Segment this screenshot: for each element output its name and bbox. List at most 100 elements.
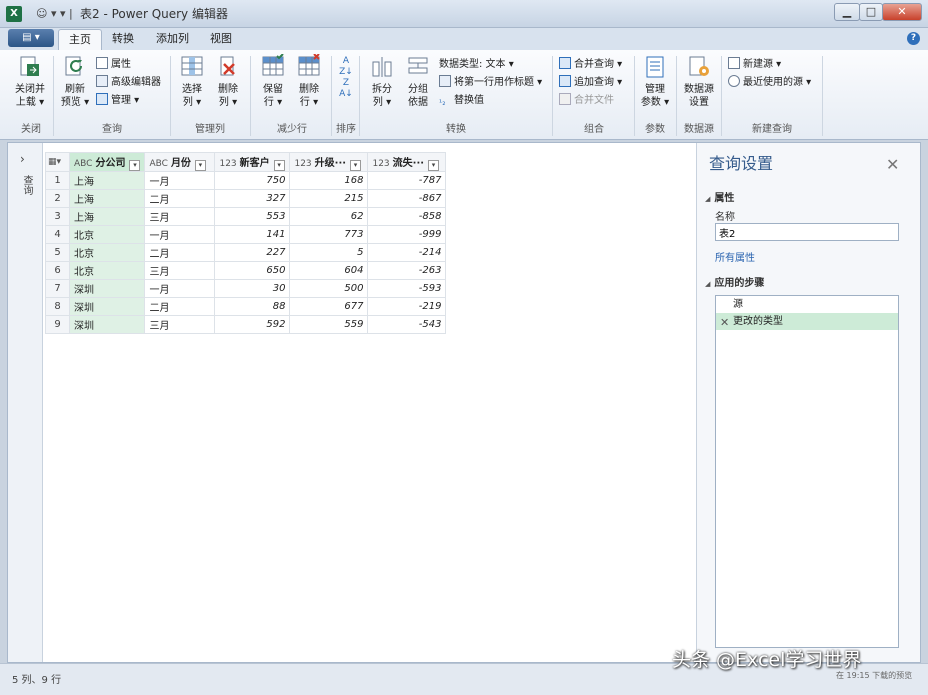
split-column-button[interactable]: 拆分 列 ▾ xyxy=(366,54,398,109)
table-cell[interactable]: -867 xyxy=(367,189,447,208)
row-number[interactable]: 3 xyxy=(45,207,70,226)
table-cell[interactable]: -543 xyxy=(367,315,447,334)
table-cell[interactable]: 500 xyxy=(289,279,369,298)
text-type-icon[interactable]: ABC xyxy=(149,159,167,169)
chevron-right-icon[interactable]: › xyxy=(20,152,25,166)
filter-dropdown-icon[interactable]: ▾ xyxy=(194,159,206,171)
table-cell[interactable]: 650 xyxy=(214,261,291,280)
row-number[interactable]: 9 xyxy=(45,315,70,334)
all-properties-link[interactable]: 所有属性 xyxy=(715,249,755,264)
row-number[interactable]: 8 xyxy=(45,297,70,316)
table-cell[interactable]: 三月 xyxy=(144,261,216,280)
row-number[interactable]: 7 xyxy=(45,279,70,298)
recent-sources-button[interactable]: 最近使用的源 ▾ xyxy=(728,75,811,91)
query-name-input[interactable] xyxy=(715,223,899,241)
table-row[interactable]: 2 上海 二月 327 215 -867 xyxy=(45,189,447,208)
step-item[interactable]: 更改的类型 xyxy=(716,313,898,330)
row-number[interactable]: 5 xyxy=(45,243,70,262)
remove-rows-button[interactable]: 删除 行 ▾ xyxy=(292,54,326,109)
table-cell[interactable]: -263 xyxy=(367,261,447,280)
table-cell[interactable]: 三月 xyxy=(144,207,216,226)
table-cell[interactable]: -214 xyxy=(367,243,447,262)
advanced-editor-button[interactable]: 高级编辑器 xyxy=(96,75,161,91)
table-cell[interactable]: 北京 xyxy=(68,261,146,280)
filter-dropdown-icon[interactable]: ▾ xyxy=(350,159,362,171)
row-number[interactable]: 2 xyxy=(45,189,70,208)
table-cell[interactable]: 141 xyxy=(214,225,291,244)
table-cell[interactable]: 一月 xyxy=(144,171,216,190)
table-cell[interactable]: 深圳 xyxy=(68,279,146,298)
file-menu-button[interactable]: ▤ ▾ xyxy=(8,29,54,47)
table-cell[interactable]: 327 xyxy=(214,189,291,208)
delete-step-icon[interactable]: ✕ xyxy=(720,314,729,331)
table-cell[interactable]: -999 xyxy=(367,225,447,244)
queries-pane[interactable] xyxy=(8,143,43,662)
table-cell[interactable]: 5 xyxy=(289,243,369,262)
close-icon[interactable]: ✕ xyxy=(886,157,899,173)
table-cell[interactable]: 二月 xyxy=(144,243,216,262)
column-header[interactable]: ABC 月份 ▾ xyxy=(144,152,216,172)
row-number[interactable]: 1 xyxy=(45,171,70,190)
number-type-icon[interactable]: 123 xyxy=(372,159,389,169)
tab-view[interactable]: 视图 xyxy=(200,29,242,50)
table-row[interactable]: 9 深圳 三月 592 559 -543 xyxy=(45,315,447,334)
table-cell[interactable]: 677 xyxy=(289,297,369,316)
row-number[interactable]: 4 xyxy=(45,225,70,244)
close-and-load-button[interactable]: 关闭并 上载 ▾ xyxy=(10,54,50,109)
table-cell[interactable]: 深圳 xyxy=(68,297,146,316)
table-cell[interactable]: 二月 xyxy=(144,297,216,316)
column-header[interactable]: ABC 分公司 ▾ xyxy=(68,152,146,172)
maximize-button[interactable]: □ xyxy=(859,3,883,21)
table-cell[interactable]: 上海 xyxy=(68,189,146,208)
table-row[interactable]: 1 上海 一月 750 168 -787 xyxy=(45,171,447,190)
table-row[interactable]: 5 北京 二月 227 5 -214 xyxy=(45,243,447,262)
table-cell[interactable]: 一月 xyxy=(144,225,216,244)
table-cell[interactable]: -219 xyxy=(367,297,447,316)
table-cell[interactable]: -858 xyxy=(367,207,447,226)
table-cell[interactable]: 30 xyxy=(214,279,291,298)
table-cell[interactable]: 227 xyxy=(214,243,291,262)
column-header[interactable]: 123 流失··· ▾ xyxy=(367,152,447,172)
table-cell[interactable]: 深圳 xyxy=(68,315,146,334)
table-cell[interactable]: 750 xyxy=(214,171,291,190)
table-cell[interactable]: 592 xyxy=(214,315,291,334)
tab-add-column[interactable]: 添加列 xyxy=(146,29,199,50)
help-icon[interactable]: ? xyxy=(907,32,920,45)
table-row[interactable]: 4 北京 一月 141 773 -999 xyxy=(45,225,447,244)
number-type-icon[interactable]: 123 xyxy=(294,159,311,169)
table-cell[interactable]: 北京 xyxy=(68,225,146,244)
table-cell[interactable]: 二月 xyxy=(144,189,216,208)
refresh-preview-button[interactable]: 刷新 预览 ▾ xyxy=(58,54,92,109)
replace-values-button[interactable]: ¹₂ 替换值 xyxy=(439,93,484,109)
row-number[interactable]: 6 xyxy=(45,261,70,280)
sort-descending-icon[interactable]: Z A↓ xyxy=(339,78,353,100)
data-type-dropdown[interactable]: 数据类型: 文本 ▾ xyxy=(439,57,514,73)
sort-ascending-icon[interactable]: A Z↓ xyxy=(339,56,353,78)
combine-files-button[interactable]: 合并文件 xyxy=(559,93,614,109)
column-header[interactable]: 123 升级··· ▾ xyxy=(289,152,369,172)
use-first-row-button[interactable]: 将第一行用作标题 ▾ xyxy=(439,75,542,91)
text-type-icon[interactable]: ABC xyxy=(74,159,92,169)
remove-columns-button[interactable]: 删除 列 ▾ xyxy=(212,54,244,109)
manage-button[interactable]: 管理 ▾ xyxy=(96,93,139,109)
table-cell[interactable]: 553 xyxy=(214,207,291,226)
filter-dropdown-icon[interactable]: ▾ xyxy=(129,159,141,171)
table-row[interactable]: 3 上海 三月 553 62 -858 xyxy=(45,207,447,226)
choose-columns-button[interactable]: 选择 列 ▾ xyxy=(176,54,208,109)
quick-access-toolbar[interactable]: ☺ ▾ ▾ | xyxy=(36,7,73,21)
properties-section-header[interactable]: ◢ 属性 xyxy=(705,192,734,206)
column-header[interactable]: 123 新客户 ▾ xyxy=(214,152,291,172)
tab-home[interactable]: 主页 xyxy=(58,29,102,50)
manage-parameters-button[interactable]: 管理 参数 ▾ xyxy=(638,54,672,109)
append-queries-button[interactable]: 追加查询 ▾ xyxy=(559,75,622,91)
close-window-button[interactable]: ✕ xyxy=(882,3,922,21)
table-cell[interactable]: 215 xyxy=(289,189,369,208)
table-cell[interactable]: 上海 xyxy=(68,171,146,190)
filter-dropdown-icon[interactable]: ▾ xyxy=(428,159,440,171)
minimize-button[interactable]: ▁ xyxy=(834,3,860,21)
table-cell[interactable]: 三月 xyxy=(144,315,216,334)
table-row[interactable]: 7 深圳 一月 30 500 -593 xyxy=(45,279,447,298)
step-item[interactable]: 源 xyxy=(716,296,898,313)
table-cell[interactable]: -787 xyxy=(367,171,447,190)
table-cell[interactable]: 62 xyxy=(289,207,369,226)
